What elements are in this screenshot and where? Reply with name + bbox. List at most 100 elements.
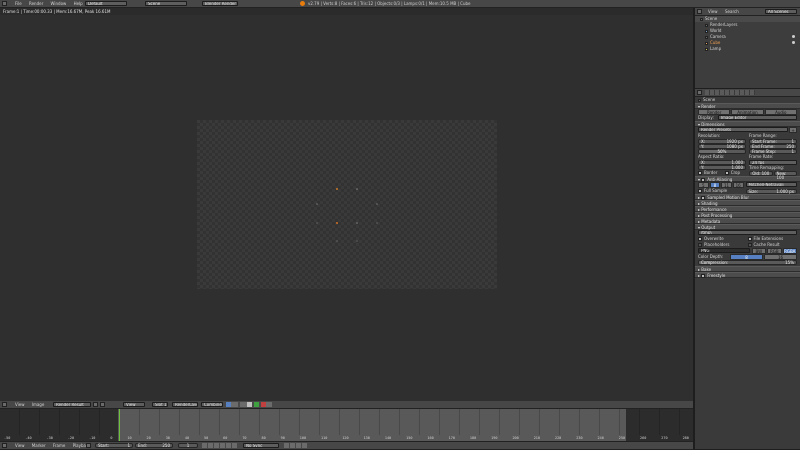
image-editor-icon[interactable] <box>2 402 7 407</box>
field-value: 1.000 <box>731 165 743 170</box>
new-image-icon[interactable] <box>100 402 105 407</box>
cache-result-checkbox[interactable] <box>747 243 752 247</box>
sync-mode-select[interactable]: No Sync <box>243 443 279 448</box>
menu-image[interactable]: Image <box>32 401 45 408</box>
timeline[interactable]: -50 -40 -30 -20 -10 0 10 20 30 40 50 60 … <box>0 409 693 441</box>
panel-title: Metadata <box>701 219 721 224</box>
crop-checkbox[interactable] <box>724 171 729 175</box>
overwrite-checkbox[interactable] <box>698 237 702 241</box>
outliner-label: Lamp <box>710 46 722 51</box>
menu-window[interactable]: Window <box>51 0 67 7</box>
border-label: Border <box>704 170 718 175</box>
slot-select[interactable]: Slot 1 <box>152 402 168 407</box>
pass-select[interactable]: Combined <box>201 402 223 407</box>
properties-editor-icon[interactable] <box>697 90 702 95</box>
motion-blur-checkbox[interactable] <box>701 196 706 200</box>
field-value: New: 100 <box>776 171 787 180</box>
layer-select[interactable]: RenderLayer <box>172 402 198 407</box>
world-icon <box>705 29 708 33</box>
render-engine-select[interactable]: Blender Render <box>202 1 238 6</box>
placeholders-checkbox[interactable] <box>698 243 702 247</box>
playback-controls[interactable] <box>202 443 238 448</box>
panel-title: Post Processing <box>701 213 733 218</box>
file-format-select[interactable]: PNG <box>698 248 750 253</box>
lamp-icon <box>705 47 708 51</box>
menu-help[interactable]: Help <box>74 0 83 7</box>
preview-range-icon[interactable] <box>86 443 91 448</box>
properties-editor: Scene ▾ Render Render Animation Audio Di… <box>695 89 800 450</box>
visibility-icon[interactable] <box>792 41 795 44</box>
visibility-icon[interactable] <box>792 35 795 38</box>
outliner-label: RenderLayers <box>710 22 738 27</box>
full-sample-label: Full Sample <box>704 188 728 193</box>
blender-logo-icon <box>300 1 305 6</box>
file-extensions-checkbox[interactable] <box>747 237 752 241</box>
field-value: 15% <box>785 260 794 265</box>
overwrite-label: Overwrite <box>704 236 724 241</box>
color-depth-8[interactable]: 8 <box>730 254 763 260</box>
field-value: 50% <box>717 149 727 154</box>
crop-label: Crop <box>730 170 741 175</box>
field-label: Start Frame: <box>752 139 777 144</box>
display-channels-icons[interactable] <box>226 402 272 407</box>
menu-render[interactable]: Render <box>29 0 43 7</box>
pin-icon[interactable] <box>93 402 98 407</box>
border-checkbox[interactable] <box>698 171 702 175</box>
timeline-editor-icon[interactable] <box>2 443 7 448</box>
outliner-editor-icon[interactable] <box>697 9 702 14</box>
field-value: 1080 px <box>726 144 743 149</box>
time-new-field[interactable]: New: 100 <box>773 171 797 180</box>
timeline-header: View Marker Frame Playback Start: 1 End: 2… <box>0 441 693 450</box>
timeline-menu-frame[interactable]: Frame <box>53 442 65 449</box>
outliner-view-menu[interactable]: View <box>708 8 718 15</box>
outliner-label: Camera <box>710 34 726 39</box>
view-select[interactable]: View <box>123 402 145 407</box>
panel-title: Sampled Motion Blur <box>707 195 749 200</box>
outliner-search-menu[interactable]: Search <box>725 8 739 15</box>
outliner-display-select[interactable]: All Scenes <box>765 9 797 14</box>
aa-size-field[interactable]: Size: 1.000 px <box>745 189 797 194</box>
outliner-item-lamp[interactable]: Lamp <box>695 46 800 52</box>
render-result-image <box>197 120 497 289</box>
end-frame-input[interactable]: End: 250 <box>135 443 173 448</box>
field-value: 250 <box>162 443 170 448</box>
menu-view[interactable]: View <box>15 401 25 408</box>
compression-slider[interactable]: Compression: 15% <box>698 260 797 265</box>
scene-select[interactable]: Scene <box>145 1 187 6</box>
editor-type-icon[interactable] <box>2 1 7 6</box>
freestyle-checkbox[interactable] <box>701 274 706 278</box>
layout-select[interactable]: Default <box>85 1 127 6</box>
outliner-label: Scene <box>705 16 718 21</box>
field-value: 1 <box>186 443 190 448</box>
menu-file[interactable]: File <box>15 0 22 7</box>
field-value: 1 <box>791 139 794 144</box>
field-value: 1.000 px <box>776 189 794 194</box>
start-frame-input[interactable]: Start: 1 <box>95 443 133 448</box>
timeline-menu-marker[interactable]: Marker <box>32 442 46 449</box>
field-label: Size: <box>748 189 759 194</box>
file-extensions-label: File Extensions <box>753 236 784 241</box>
field-label: Start: <box>98 443 110 448</box>
panel-freestyle[interactable]: ▸ Freestyle <box>695 272 800 278</box>
panel-title: Output <box>701 225 716 230</box>
field-value: Old: 100 <box>752 171 770 176</box>
image-select[interactable]: Render Result <box>53 402 91 407</box>
context-tabs[interactable] <box>705 90 755 95</box>
timeline-menu-view[interactable]: View <box>15 442 25 449</box>
outliner: View Search All Scenes Scene RenderLayer… <box>695 8 800 88</box>
current-frame-input[interactable]: 1 <box>178 443 198 448</box>
field-value: 1.000 <box>731 160 743 165</box>
panel-title: Shading <box>701 201 718 206</box>
field-label: End Frame: <box>752 144 775 149</box>
aa-filter-select[interactable]: Mitchell-Netravali <box>745 182 797 187</box>
render-presets-select[interactable]: Render Presets <box>698 127 788 132</box>
full-sample-checkbox[interactable] <box>698 189 702 193</box>
cache-result-label: Cache Result <box>753 242 780 247</box>
display-select[interactable]: Image Editor <box>717 115 797 120</box>
image-editor-canvas[interactable] <box>0 15 693 401</box>
top-menu-bar: File Render Window Help Default Scene Bl… <box>0 0 800 8</box>
image-editor-header: View Image Render Result View Slot 1 Ren… <box>0 401 693 409</box>
keying-icons[interactable] <box>284 443 308 448</box>
placeholders-label: Placeholders <box>704 242 730 247</box>
time-old-field[interactable]: Old: 100 <box>749 171 773 176</box>
